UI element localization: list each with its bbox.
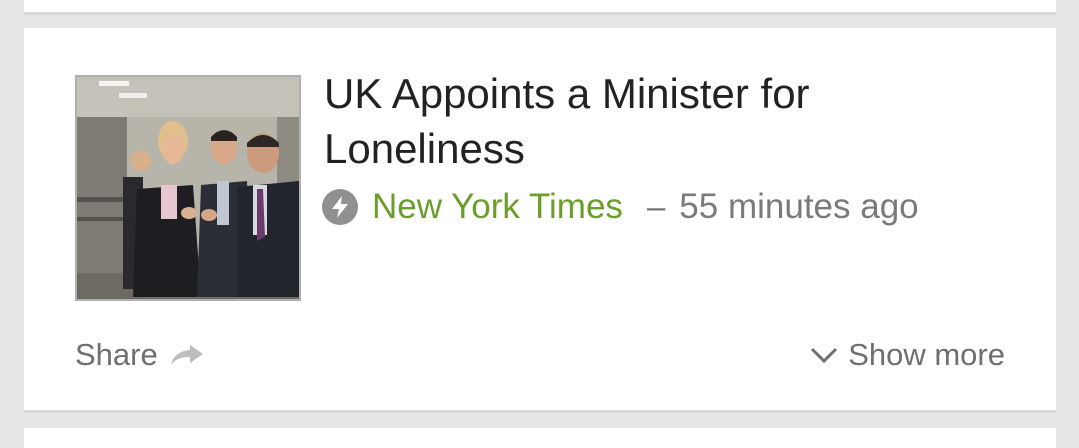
meta-separator: – [646,188,666,225]
show-more-label: Show more [848,337,1005,372]
next-card [24,428,1056,448]
share-arrow-icon [170,343,204,367]
chevron-down-icon [810,346,838,364]
show-more-button[interactable]: Show more [810,333,1005,377]
article-thumbnail[interactable] [75,75,301,301]
share-label: Share [75,337,158,372]
article-meta: New York Times – 55 minutes ago [322,186,919,228]
previous-card [24,0,1056,15]
bolt-icon [322,189,358,225]
article-title[interactable]: UK Appoints a Minister for Loneliness [324,66,964,176]
timestamp: 55 minutes ago [679,187,919,226]
share-button[interactable]: Share [75,333,204,377]
source-link[interactable]: New York Times [372,187,623,227]
thumbnail-photo [77,77,299,299]
news-card[interactable]: UK Appoints a Minister for Loneliness Ne… [24,28,1056,413]
